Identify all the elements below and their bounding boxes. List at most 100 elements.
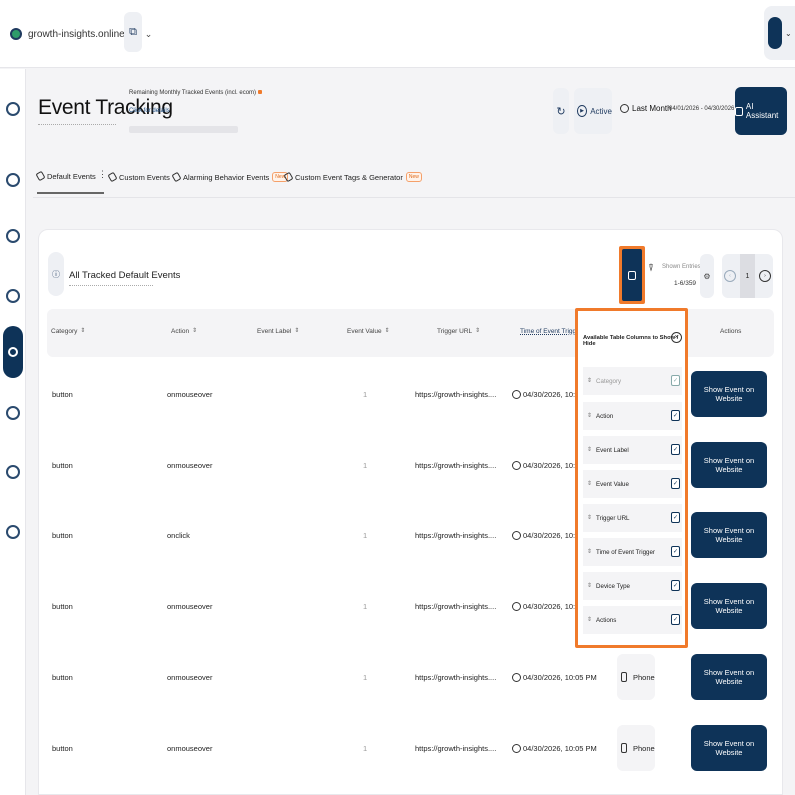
clock-icon [512, 390, 521, 399]
show-event-button[interactable]: Show Event on Website [691, 371, 767, 417]
card-title: All Tracked Default Events [69, 270, 181, 281]
shield-icon[interactable] [6, 465, 20, 479]
cell-trigger-url[interactable]: https://growth-insights.... [415, 461, 496, 470]
column-header-event-value[interactable]: Event Value ⇕ [347, 328, 390, 335]
drag-handle-icon[interactable]: ⇕ [587, 617, 592, 623]
column-option[interactable]: ⇕ Action ✓ [583, 402, 682, 430]
cell-trigger-url[interactable]: https://growth-insights.... [415, 744, 496, 753]
column-toggle-button[interactable] [619, 246, 645, 304]
info-icon[interactable]: ⓘ [48, 252, 64, 296]
user-menu[interactable]: ⌄ [764, 6, 795, 60]
ai-icon [735, 106, 743, 116]
cell-category: button [52, 461, 73, 470]
bag-icon[interactable] [6, 229, 20, 243]
column-option[interactable]: ⇕ Actions ✓ [583, 606, 682, 634]
cell-trigger-url[interactable]: https://growth-insights.... [415, 531, 496, 540]
drag-handle-icon[interactable]: ⇕ [587, 481, 592, 487]
cell-category: button [52, 531, 73, 540]
show-event-button[interactable]: Show Event on Website [691, 725, 767, 771]
tab-label: Custom Events [119, 172, 170, 182]
column-header-trigger-url[interactable]: Trigger URL ⇕ [437, 328, 480, 335]
title-underline [38, 124, 116, 125]
tab-label: Default Events [47, 171, 96, 181]
column-option-label: Category [596, 377, 622, 385]
drag-handle-icon[interactable]: ⇕ [587, 583, 592, 589]
drag-handle-icon[interactable]: ⇕ [587, 378, 592, 384]
checkbox[interactable]: ✓ [671, 444, 680, 455]
chart-icon[interactable] [6, 173, 20, 187]
drag-handle-icon[interactable]: ⇕ [587, 549, 592, 555]
period-label: Last Month [632, 104, 672, 113]
table-row: button onmouseover 1 https://growth-insi… [47, 642, 774, 713]
checkbox[interactable]: ✓ [671, 546, 680, 557]
cell-action: onmouseover [167, 744, 213, 753]
header-label: Time of Event Trigger [520, 328, 582, 335]
tab-alarming-behavior-events[interactable]: Alarming Behavior Events New [171, 160, 289, 194]
drag-handle-icon[interactable]: ⇕ [587, 413, 592, 419]
quota-details-link[interactable]: Click for details [129, 108, 170, 114]
gear-icon[interactable] [6, 525, 20, 539]
ai-assistant-button[interactable]: AI Assistant [735, 87, 787, 135]
column-option-label: Time of Event Trigger [596, 548, 655, 556]
column-option[interactable]: ⇕ Category ✓ [583, 367, 682, 395]
show-event-button[interactable]: Show Event on Website [691, 654, 767, 700]
cell-trigger-url[interactable]: https://growth-insights.... [415, 390, 496, 399]
column-option-label: Trigger URL [596, 514, 630, 522]
column-option[interactable]: ⇕ Event Value ✓ [583, 470, 682, 498]
checkbox[interactable]: ✓ [671, 375, 680, 386]
checkbox[interactable]: ✓ [671, 410, 680, 421]
active-toggle-button[interactable]: ▶ Active [574, 88, 612, 134]
checkbox[interactable]: ✓ [671, 512, 680, 523]
show-event-button[interactable]: Show Event on Website [691, 442, 767, 488]
checkbox[interactable]: ✓ [671, 478, 680, 489]
tab-label: Custom Event Tags & Generator [295, 172, 403, 182]
external-link-icon: ⧉ [129, 25, 137, 38]
column-header-action[interactable]: Action ⇕ [171, 328, 197, 335]
filter-icon[interactable]: ⍒ [648, 263, 654, 274]
cell-trigger-url[interactable]: https://growth-insights.... [415, 602, 496, 611]
close-icon[interactable]: × [671, 332, 682, 343]
timer-icon[interactable] [6, 102, 20, 116]
cell-category: button [52, 602, 73, 611]
more-options-icon[interactable]: ⋮ [98, 170, 107, 179]
show-event-button[interactable]: Show Event on Website [691, 512, 767, 558]
dash-icon[interactable] [6, 289, 20, 303]
chat-icon[interactable] [6, 406, 20, 420]
device-text: Phone [633, 672, 655, 682]
show-event-button[interactable]: Show Event on Website [691, 583, 767, 629]
open-website-button[interactable]: ⧉ [124, 12, 142, 52]
column-option[interactable]: ⇕ Trigger URL ✓ [583, 504, 682, 532]
shown-entries-label: Shown Entries [662, 264, 701, 270]
current-page[interactable]: 1 [740, 254, 755, 298]
date-range-picker[interactable]: 04/01/2026 - 04/30/2026 ⌄ [669, 105, 741, 112]
column-option[interactable]: ⇕ Time of Event Trigger ✓ [583, 538, 682, 566]
column-header-category[interactable]: Category ⇕ [51, 328, 85, 335]
tab-custom-events[interactable]: Custom Events [107, 160, 170, 194]
tab-default-events[interactable]: Default Events [35, 160, 104, 194]
column-option[interactable]: ⇕ Device Type ✓ [583, 572, 682, 600]
tab-custom-event-tags[interactable]: Custom Event Tags & Generator New [283, 160, 422, 194]
period-selector[interactable]: Last Month [620, 104, 672, 113]
cell-trigger-url[interactable]: https://growth-insights.... [415, 673, 496, 682]
pagination: ‹ 1 › [722, 254, 773, 298]
prev-page-icon[interactable]: ‹ [724, 270, 736, 282]
settings-button[interactable]: ⚙ [700, 254, 714, 298]
drag-handle-icon[interactable]: ⇕ [587, 515, 592, 521]
drag-handle-icon[interactable]: ⇕ [587, 447, 592, 453]
column-header-event-label[interactable]: Event Label ⇕ [257, 328, 299, 335]
sidebar [0, 69, 26, 795]
checkbox[interactable]: ✓ [671, 614, 680, 625]
events-icon[interactable] [3, 326, 23, 378]
cell-event-value: 1 [363, 390, 368, 399]
card-title-underline [69, 285, 153, 286]
cell-event-value: 1 [363, 744, 368, 753]
gear-icon: ⚙ [703, 271, 711, 281]
quota-label: Remaining Monthly Tracked Events (incl. … [129, 90, 263, 96]
column-option[interactable]: ⇕ Event Label ✓ [583, 436, 682, 464]
next-page-icon[interactable]: › [759, 270, 771, 282]
sort-icon: ⇕ [475, 328, 481, 334]
device-text: Phone [633, 743, 655, 753]
refresh-button[interactable]: ↻ [553, 88, 569, 134]
checkbox[interactable]: ✓ [671, 580, 680, 591]
column-option-label: Actions [596, 616, 617, 624]
